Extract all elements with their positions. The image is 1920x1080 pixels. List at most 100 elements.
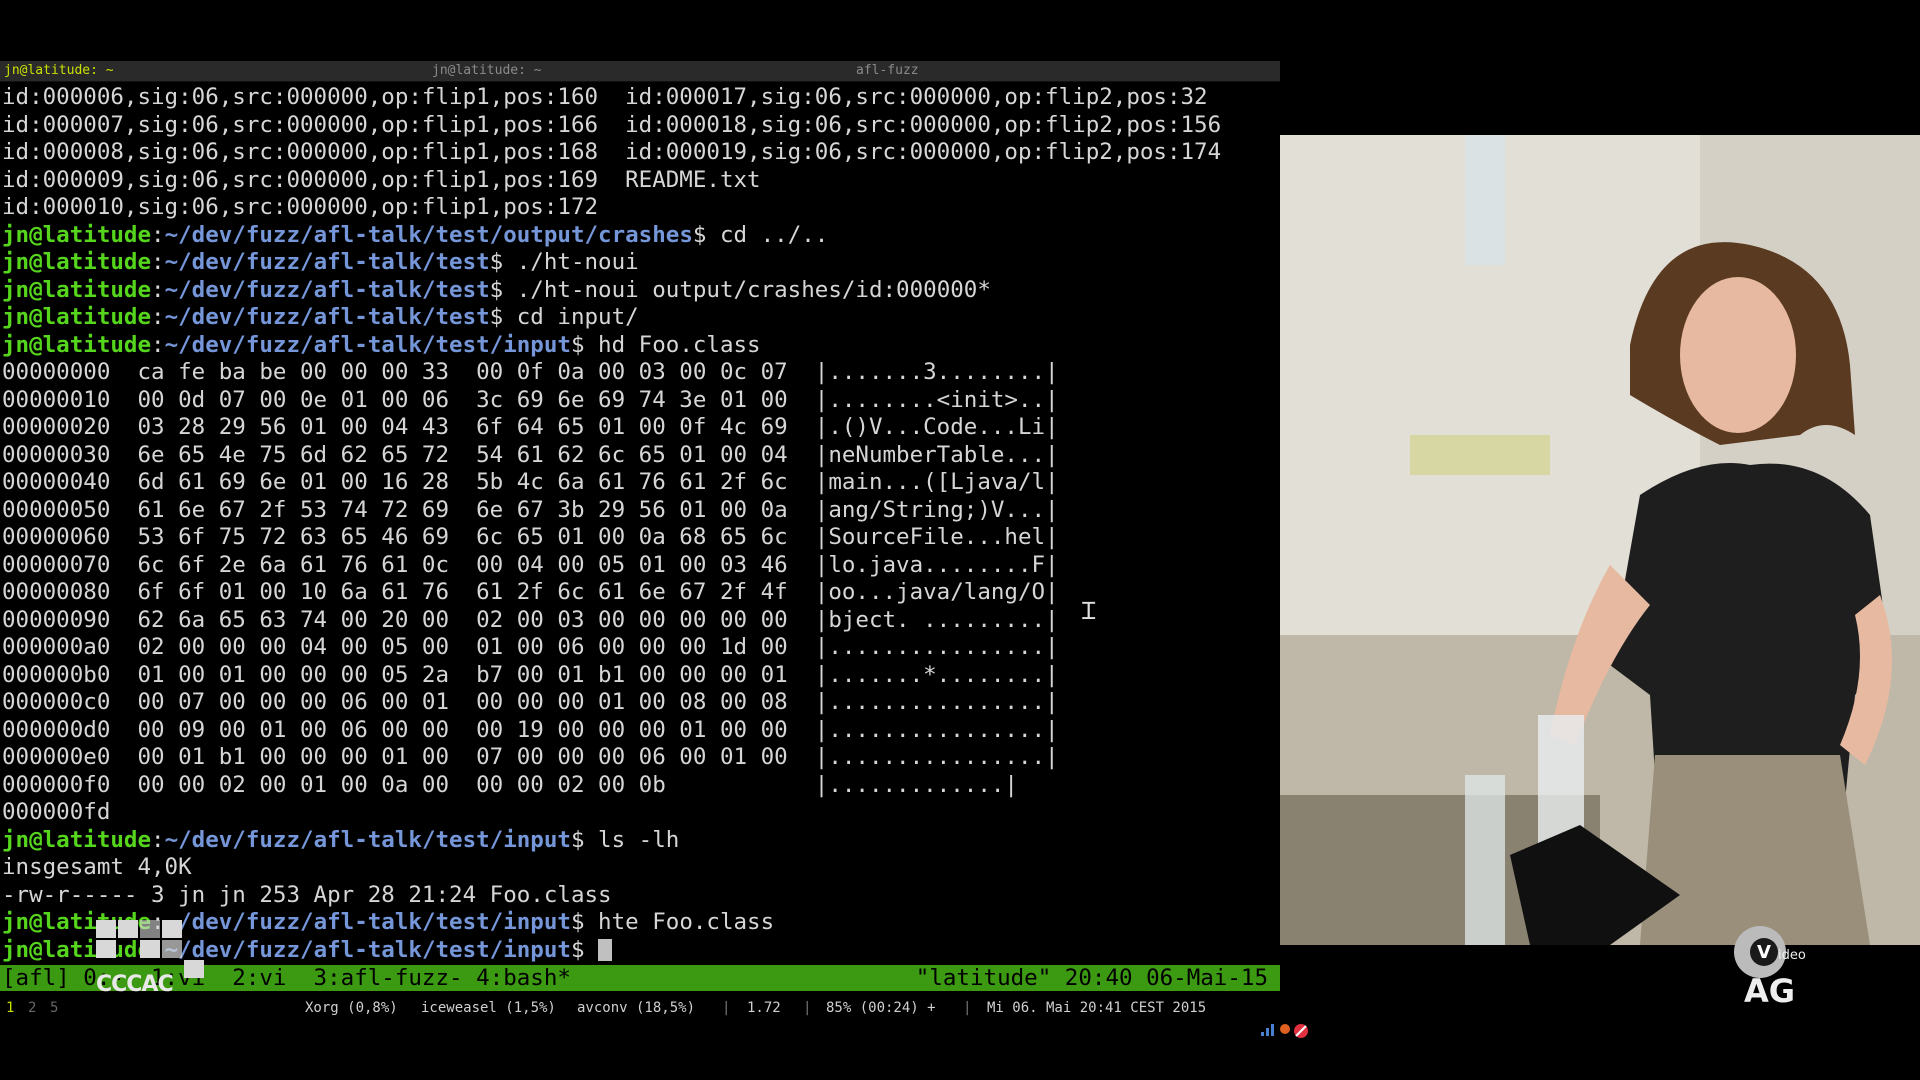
terminal-text: 00000050 61 6e 67 2f 53 74 72 69 6e 67 3… bbox=[2, 496, 1059, 523]
terminal-line: 00000040 6d 61 69 6e 01 00 16 28 5b 4c 6… bbox=[2, 469, 1278, 497]
terminal-text: 00000080 6f 6f 01 00 10 6a 61 76 61 2f 6… bbox=[2, 579, 1059, 605]
terminal-text: $ ./ht-noui output/crashes/id:000000* bbox=[489, 276, 991, 303]
terminal-text: 000000fd bbox=[2, 799, 111, 825]
terminal-line: 000000c0 00 07 00 00 00 06 00 01 00 00 0… bbox=[2, 689, 1278, 717]
terminal-text: : bbox=[151, 221, 165, 248]
terminal-line: id:000008,sig:06,src:000000,op:flip1,pos… bbox=[2, 139, 1278, 167]
terminal-text: id:000007,sig:06,src:000000,op:flip1,pos… bbox=[2, 111, 1222, 138]
status-separator: | bbox=[963, 1000, 972, 1016]
terminal-text: id:000006,sig:06,src:000000,op:flip1,pos… bbox=[2, 84, 1208, 110]
tab-afl-fuzz[interactable]: afl-fuzz bbox=[852, 61, 1280, 81]
svg-text:V: V bbox=[1757, 942, 1771, 963]
terminal-text: : bbox=[151, 331, 165, 358]
terminal-text: id:000008,sig:06,src:000000,op:flip1,pos… bbox=[2, 139, 1222, 165]
terminal-text: 000000a0 02 00 00 00 04 00 05 00 01 00 0… bbox=[2, 634, 1059, 660]
terminal-window[interactable]: jn@latitude: ~ jn@latitude: ~ afl-fuzz i… bbox=[0, 61, 1280, 991]
terminal-line: 000000e0 00 01 b1 00 00 00 01 00 07 00 0… bbox=[2, 744, 1278, 772]
terminal-line: 000000f0 00 00 02 00 01 00 0a 00 00 00 0… bbox=[2, 772, 1278, 800]
terminal-text: 000000e0 00 01 b1 00 00 00 01 00 07 00 0… bbox=[2, 744, 1059, 770]
terminal-line: 00000000 ca fe ba be 00 00 00 33 00 0f 0… bbox=[2, 359, 1278, 387]
terminal-text: 000000c0 00 07 00 00 00 06 00 01 00 00 0… bbox=[2, 689, 1059, 715]
terminal-line: jn@latitude:~/dev/fuzz/afl-talk/test/inp… bbox=[2, 332, 1278, 360]
terminal-line: id:000010,sig:06,src:000000,op:flip1,pos… bbox=[2, 194, 1278, 222]
prompt-path: ~/dev/fuzz/afl-talk/test/input bbox=[164, 936, 571, 963]
prompt-path: ~/dev/fuzz/afl-talk/test/input bbox=[164, 826, 571, 853]
terminal-line: jn@latitude:~/dev/fuzz/afl-talk/test$ ./… bbox=[2, 277, 1278, 305]
terminal-line: 00000030 6e 65 4e 75 6d 62 65 72 54 61 6… bbox=[2, 442, 1278, 470]
terminal-text: 00000030 6e 65 4e 75 6d 62 65 72 54 61 6… bbox=[2, 441, 1059, 468]
terminal-text: -rw-r----- 3 jn jn 253 Apr 28 21:24 Foo.… bbox=[2, 881, 612, 908]
terminal-text: $ cd ../.. bbox=[692, 221, 829, 248]
terminal-cursor bbox=[598, 938, 613, 961]
prompt-user-host: jn@latitude bbox=[2, 826, 152, 853]
terminal-line: 000000d0 00 09 00 01 00 06 00 00 00 19 0… bbox=[2, 717, 1278, 745]
terminal-line: 000000b0 01 00 01 00 00 00 05 2a b7 00 0… bbox=[2, 662, 1278, 690]
tab-terminal-2[interactable]: jn@latitude: ~ bbox=[428, 61, 852, 81]
prompt-user-host: jn@latitude bbox=[2, 276, 152, 303]
terminal-text: : bbox=[151, 304, 165, 330]
video-ag-logo: V ideo AG bbox=[1720, 922, 1820, 1012]
terminal-line: insgesamt 4,0K bbox=[2, 854, 1278, 882]
terminal-line: 00000050 61 6e 67 2f 53 74 72 69 6e 67 3… bbox=[2, 497, 1278, 525]
terminal-text: 000000d0 00 09 00 01 00 06 00 00 00 19 0… bbox=[2, 716, 1059, 743]
prompt-user-host: jn@latitude bbox=[2, 249, 152, 275]
terminal-text: id:000010,sig:06,src:000000,op:flip1,pos… bbox=[2, 194, 599, 220]
prompt-path: ~/dev/fuzz/afl-talk/test/output/crashes bbox=[164, 221, 693, 248]
text-cursor-icon: Ɪ bbox=[1082, 597, 1096, 625]
terminal-line: jn@latitude:~/dev/fuzz/afl-talk/test$ cd… bbox=[2, 304, 1278, 332]
terminal-line: jn@latitude:~/dev/fuzz/afl-talk/test/out… bbox=[2, 222, 1278, 250]
terminal-text: 00000020 03 28 29 56 01 00 04 43 6f 64 6… bbox=[2, 414, 1059, 440]
terminal-text: 00000060 53 6f 75 72 63 65 46 69 6c 65 0… bbox=[2, 524, 1059, 550]
terminal-line: 00000070 6c 6f 2e 6a 61 76 61 0c 00 04 0… bbox=[2, 552, 1278, 580]
terminal-line: 000000fd bbox=[2, 799, 1278, 827]
prompt-user-host: jn@latitude bbox=[2, 221, 152, 248]
terminal-line: 00000060 53 6f 75 72 63 65 46 69 6c 65 0… bbox=[2, 524, 1278, 552]
notification-icon[interactable] bbox=[1245, 998, 1309, 1072]
terminal-line: 000000a0 02 00 00 00 04 00 05 00 01 00 0… bbox=[2, 634, 1278, 662]
terminal-text: id:000009,sig:06,src:000000,op:flip1,pos… bbox=[2, 166, 761, 193]
workspace-5[interactable]: 5 bbox=[50, 996, 58, 1020]
prompt-path: ~/dev/fuzz/afl-talk/test/input bbox=[164, 909, 571, 935]
status-xorg: Xorg (0,8%) bbox=[305, 1000, 398, 1016]
status-avconv: avconv (18,5%) bbox=[577, 1000, 696, 1016]
speaker-video bbox=[1280, 135, 1920, 945]
video-ag-logo-small-text: ideo bbox=[1778, 948, 1806, 963]
prompt-path: ~/dev/fuzz/afl-talk/test bbox=[164, 304, 490, 330]
terminal-line: -rw-r----- 3 jn jn 253 Apr 28 21:24 Foo.… bbox=[2, 882, 1278, 910]
terminal-text: 00000040 6d 61 69 6e 01 00 16 28 5b 4c 6… bbox=[2, 469, 1059, 495]
cccac-logo-text: CCCAC bbox=[96, 972, 174, 997]
tmux-window-list: [afl] 0:- 1:vi 2:vi 3:afl-fuzz- 4:bash* bbox=[2, 965, 571, 991]
terminal-output[interactable]: id:000006,sig:06,src:000000,op:flip1,pos… bbox=[2, 84, 1278, 964]
status-separator: | bbox=[722, 1000, 731, 1016]
terminal-text: : bbox=[151, 826, 165, 853]
terminal-line: id:000007,sig:06,src:000000,op:flip1,pos… bbox=[2, 112, 1278, 140]
status-datetime: Mi 06. Mai 20:41 CEST 2015 bbox=[987, 1000, 1207, 1016]
terminal-text: $ bbox=[570, 936, 599, 963]
speaker-photo bbox=[1280, 135, 1920, 945]
tmux-host-clock: "latitude" 20:40 06-Mai-15 bbox=[915, 965, 1268, 991]
status-iceweasel: iceweasel (1,5%) bbox=[421, 1000, 556, 1016]
terminal-text: 00000010 00 0d 07 00 0e 01 00 06 3c 69 6… bbox=[2, 386, 1059, 413]
status-separator: | bbox=[803, 1000, 812, 1016]
terminal-text: 000000f0 00 00 02 00 01 00 0a 00 00 00 0… bbox=[2, 771, 1018, 798]
terminal-text: 00000090 62 6a 65 63 74 00 20 00 02 00 0… bbox=[2, 606, 1059, 633]
status-battery: 85% (00:24) + bbox=[826, 1000, 936, 1016]
prompt-path: ~/dev/fuzz/afl-talk/test bbox=[164, 276, 490, 303]
terminal-line: id:000006,sig:06,src:000000,op:flip1,pos… bbox=[2, 84, 1278, 112]
terminal-line: 00000010 00 0d 07 00 0e 01 00 06 3c 69 6… bbox=[2, 387, 1278, 415]
workspace-2[interactable]: 2 bbox=[28, 996, 36, 1020]
terminal-line: id:000009,sig:06,src:000000,op:flip1,pos… bbox=[2, 167, 1278, 195]
prompt-path: ~/dev/fuzz/afl-talk/test bbox=[164, 249, 490, 275]
terminal-text: 00000070 6c 6f 2e 6a 61 76 61 0c 00 04 0… bbox=[2, 551, 1059, 578]
terminal-text: $ hte Foo.class bbox=[570, 909, 775, 935]
prompt-path: ~/dev/fuzz/afl-talk/test/input bbox=[164, 331, 571, 358]
terminal-text: : bbox=[151, 249, 165, 275]
terminal-text: $ ls -lh bbox=[570, 826, 680, 853]
workspace-1[interactable]: 1 bbox=[6, 996, 14, 1020]
status-load: 1.72 bbox=[747, 1000, 781, 1016]
terminal-text: insgesamt 4,0K bbox=[2, 854, 192, 880]
terminal-text: $ hd Foo.class bbox=[570, 331, 761, 358]
terminal-text: 000000b0 01 00 01 00 00 00 05 2a b7 00 0… bbox=[2, 661, 1059, 688]
tab-terminal-1[interactable]: jn@latitude: ~ bbox=[0, 61, 428, 81]
terminal-line: jn@latitude:~/dev/fuzz/afl-talk/test/inp… bbox=[2, 827, 1278, 855]
